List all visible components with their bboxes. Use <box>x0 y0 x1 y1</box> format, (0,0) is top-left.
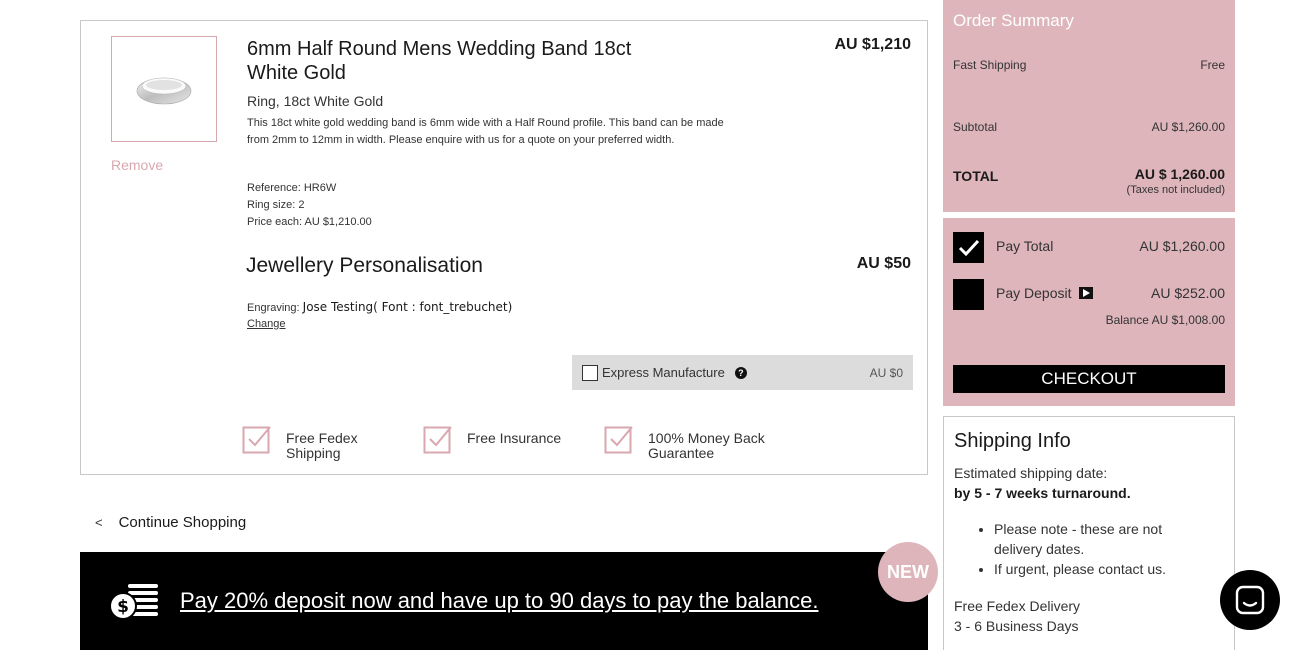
express-manufacture-checkbox[interactable] <box>582 364 598 381</box>
perk-label: 100% Money Back Guarantee <box>648 430 765 461</box>
checkout-button[interactable]: CHECKOUT <box>953 365 1225 393</box>
pay-deposit-amount: AU $252.00 <box>1151 285 1225 301</box>
perk-free-shipping: Free Fedex Shipping <box>242 424 376 461</box>
chat-icon <box>1235 585 1265 615</box>
pay-total-amount: AU $1,260.00 <box>1139 238 1225 254</box>
deposit-promo-banner: $ Pay 20% deposit now and have up to 90 … <box>80 552 928 650</box>
continue-shopping-label: Continue Shopping <box>118 514 247 531</box>
pay-total-label[interactable]: Pay Total <box>996 238 1053 254</box>
total-label: TOTAL <box>953 168 999 184</box>
express-manufacture-price: AU $0 <box>869 365 903 380</box>
shipping-info-title: Shipping Info <box>954 430 1071 452</box>
product-title: 6mm Half Round Mens Wedding Band 18ct Wh… <box>247 38 632 84</box>
shipping-info-panel: Shipping Info Estimated shipping date: b… <box>943 416 1235 650</box>
pay-deposit-label: Pay Deposit <box>996 285 1072 301</box>
personalisation-title: Jewellery Personalisation <box>246 254 483 277</box>
delivery-label: Free Fedex Delivery <box>954 598 1081 614</box>
total-value: AU $ 1,260.00 <box>1134 166 1225 182</box>
product-subtitle: Ring, 18ct White Gold <box>247 93 384 109</box>
product-description: This 18ct white gold wedding band is 6mm… <box>247 117 724 146</box>
chat-launcher-button[interactable] <box>1220 570 1280 630</box>
list-item: Please note - these are not delivery dat… <box>994 519 1214 559</box>
delivery-info: Free Fedex Delivery 3 - 6 Business Days <box>954 596 1080 636</box>
remove-item-link[interactable]: Remove <box>111 157 163 173</box>
checkmark-icon <box>958 239 979 256</box>
svg-text:$: $ <box>117 597 129 617</box>
delivery-days: 3 - 6 Business Days <box>954 618 1079 634</box>
subtotal-value: AU $1,260.00 <box>1151 120 1225 134</box>
product-ring-size: Ring size: 2 <box>247 199 305 211</box>
video-play-icon[interactable] <box>1079 287 1094 299</box>
new-badge: NEW <box>878 542 938 602</box>
check-box-icon <box>242 426 271 454</box>
list-item: If urgent, please contact us. <box>994 559 1214 579</box>
engraving-label: Engraving: <box>247 302 300 314</box>
shipping-label: Fast Shipping <box>953 58 1027 72</box>
personalisation-price: AU $50 <box>856 255 911 272</box>
check-box-icon <box>604 426 633 454</box>
engraving-value: Jose Testing( Font : font_trebuchet) <box>302 300 513 314</box>
payment-options-panel: Pay Total AU $1,260.00 Pay Deposit AU $2… <box>943 218 1235 406</box>
cart-item-card: Remove 6mm Half Round Mens Wedding Band … <box>80 20 928 475</box>
money-coin-icon: $ <box>109 584 158 620</box>
ring-image <box>136 77 192 105</box>
estimated-shipping-label: Estimated shipping date: <box>954 465 1108 481</box>
product-thumbnail[interactable] <box>111 36 217 142</box>
engraving-line: Engraving: Jose Testing( Font : font_tre… <box>247 300 512 314</box>
shipping-value: Free <box>1200 58 1225 72</box>
product-price: AU $1,210 <box>834 36 912 53</box>
order-summary-panel: Order Summary Fast Shipping Free Subtota… <box>943 0 1235 212</box>
question-icon[interactable]: ? <box>734 366 747 379</box>
turnaround-text: by 5 - 7 weeks turnaround. <box>954 485 1131 501</box>
shipping-notes-list: Please note - these are not delivery dat… <box>994 519 1214 579</box>
continue-shopping-link[interactable]: < Continue Shopping <box>95 514 246 531</box>
subtotal-label: Subtotal <box>953 120 998 134</box>
change-engraving-link[interactable]: Change <box>247 318 286 330</box>
subtotal-row: Subtotal AU $1,260.00 <box>953 120 1225 134</box>
shipping-row: Fast Shipping Free <box>953 58 1225 72</box>
check-box-icon <box>423 426 452 454</box>
balance-amount: Balance AU $1,008.00 <box>1105 313 1225 327</box>
pay-total-checkbox[interactable] <box>953 232 984 263</box>
order-summary-title: Order Summary <box>953 11 1074 30</box>
perk-label: Free Insurance <box>467 430 562 446</box>
deposit-promo-link[interactable]: Pay 20% deposit now and have up to 90 da… <box>180 588 818 614</box>
chevron-left-icon: < <box>95 515 103 530</box>
perk-money-back: 100% Money Back Guarantee <box>604 424 778 461</box>
tax-note: (Taxes not included) <box>1126 184 1225 196</box>
express-manufacture-option[interactable]: Express Manufacture ? AU $0 <box>572 355 913 390</box>
product-price-each: Price each: AU $1,210.00 <box>247 216 372 228</box>
perk-label: Free Fedex Shipping <box>286 430 358 461</box>
pay-deposit-option[interactable]: Pay Deposit <box>996 285 1094 301</box>
express-manufacture-label: Express Manufacture <box>602 365 725 380</box>
perk-free-insurance: Free Insurance <box>423 424 587 454</box>
product-reference: Reference: HR6W <box>247 182 337 194</box>
pay-deposit-checkbox[interactable] <box>953 279 984 310</box>
